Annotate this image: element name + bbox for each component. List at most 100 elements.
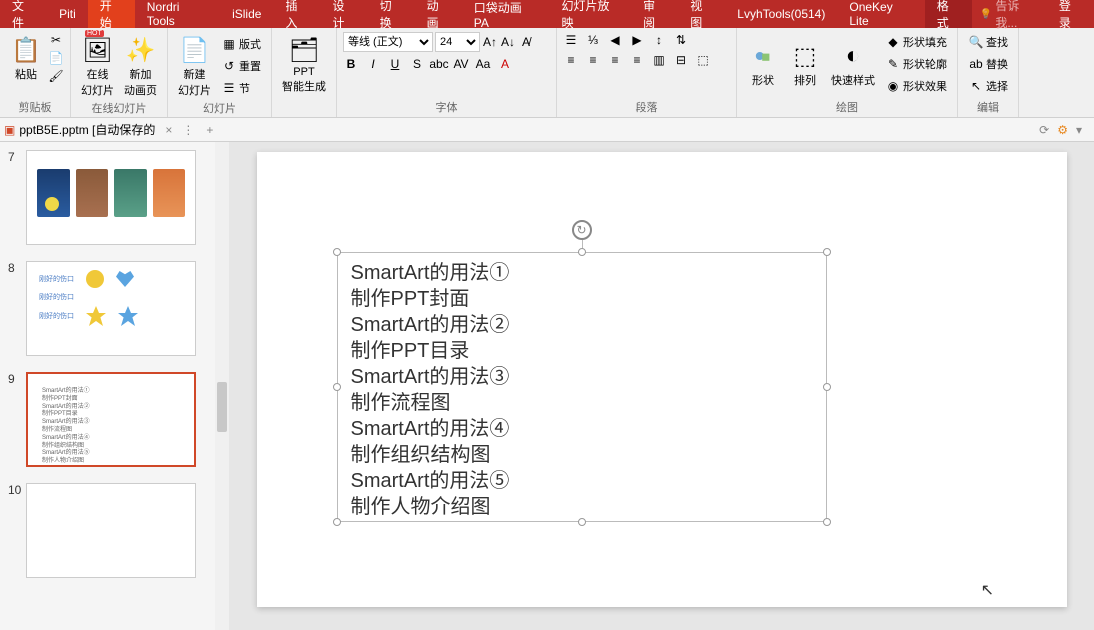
strike-icon[interactable]: S <box>409 56 425 72</box>
font-color-icon[interactable]: A <box>497 56 513 72</box>
shape-fill-button[interactable]: ◆形状填充 <box>881 32 951 52</box>
shapes-button[interactable]: 形状 <box>743 38 783 90</box>
char-spacing-icon[interactable]: AV <box>453 56 469 72</box>
doc-actions: ⟳ ⚙ ▾ <box>1039 123 1090 137</box>
scrollbar-handle[interactable] <box>217 382 227 432</box>
paragraph-group-label: 段落 <box>563 99 730 117</box>
select-button[interactable]: ↖选择 <box>964 76 1012 96</box>
cut-icon[interactable]: ✂ <box>48 32 64 48</box>
menu-transitions[interactable]: 切换 <box>368 0 415 28</box>
menu-design[interactable]: 设计 <box>321 0 368 28</box>
section-button[interactable]: ☰节 <box>217 78 265 98</box>
reset-button[interactable]: ↺重置 <box>217 56 265 76</box>
thumb-8-preview: 刚好的伤口 刚好的伤口 刚好的伤口 <box>26 261 196 356</box>
drawing-group-label: 绘图 <box>743 99 951 117</box>
handle-tl[interactable] <box>333 248 341 256</box>
underline-icon[interactable]: U <box>387 56 403 72</box>
handle-br[interactable] <box>823 518 831 526</box>
arrange-button[interactable]: ⬚ 排列 <box>785 38 825 90</box>
group-font: 等线 (正文) 24 A↑ A↓ A̸ B I U S abc AV Aa A … <box>337 28 557 117</box>
handle-l[interactable] <box>333 383 341 391</box>
new-slide-button[interactable]: 📄 新建 幻灯片 <box>174 32 215 100</box>
change-case-icon[interactable]: Aa <box>475 56 491 72</box>
clear-format-icon[interactable]: A̸ <box>518 34 534 50</box>
menu-review[interactable]: 审阅 <box>631 0 678 28</box>
numbering-icon[interactable]: ⅓ <box>585 32 601 48</box>
tell-me[interactable]: 告诉我... <box>972 0 1047 31</box>
menu-home[interactable]: 开始 <box>88 0 135 28</box>
thumb-7[interactable]: 7 <box>0 146 215 257</box>
reset-icon: ↺ <box>221 58 237 74</box>
document-tab[interactable]: ▣ pptB5E.pptm [自动保存的 × ⋮ + <box>4 121 221 138</box>
shape-effects-button[interactable]: ◉形状效果 <box>881 76 951 96</box>
ppt-gen-button[interactable]: 🗂 PPT 智能生成 <box>278 32 330 96</box>
menu-onekey[interactable]: OneKey Lite <box>837 0 924 28</box>
thumbnail-panel: 7 8 刚好的伤口 刚好的伤口 刚好的伤口 9 SmartArt的用法①制作P <box>0 142 215 630</box>
copy-icon[interactable]: 📄 <box>48 50 64 66</box>
align-text-icon[interactable]: ⊟ <box>673 52 689 68</box>
replace-button[interactable]: ab替换 <box>964 54 1012 74</box>
bullets-icon[interactable]: ☰ <box>563 32 579 48</box>
chevron-down-icon[interactable]: ▾ <box>1076 123 1082 137</box>
layout-button[interactable]: ▦版式 <box>217 34 265 54</box>
slide[interactable]: SmartArt的用法① 制作PPT封面 SmartArt的用法② 制作PPT目… <box>257 152 1067 607</box>
online-slides-button[interactable]: HOT 🖼 在线 幻灯片 <box>77 32 118 100</box>
columns-icon[interactable]: ▥ <box>651 52 667 68</box>
format-painter-icon[interactable]: 🖌 <box>48 68 64 84</box>
shadow-icon[interactable]: abc <box>431 56 447 72</box>
handle-tr[interactable] <box>823 248 831 256</box>
thumb-9[interactable]: 9 SmartArt的用法①制作PPT封面SmartArt的用法②制作PPT目录… <box>0 368 215 479</box>
smartart-icon[interactable]: ⬚ <box>695 52 711 68</box>
thumbnail-scrollbar[interactable] <box>215 142 229 630</box>
menu-slideshow[interactable]: 幻灯片放映 <box>550 0 632 28</box>
menu-view[interactable]: 视图 <box>678 0 725 28</box>
quickstyle-button[interactable]: ◐ 快速样式 <box>827 38 879 90</box>
menu-pocket[interactable]: 口袋动画 PA <box>462 0 550 28</box>
shape-outline-button[interactable]: ✎形状轮廓 <box>881 54 951 74</box>
shapes-icon <box>747 40 779 72</box>
menu-insert[interactable]: 插入 <box>273 0 320 28</box>
close-tab-icon[interactable]: × <box>159 123 178 137</box>
menu-file[interactable]: 文件 <box>0 0 47 28</box>
text-box[interactable]: SmartArt的用法① 制作PPT封面 SmartArt的用法② 制作PPT目… <box>337 252 827 522</box>
paste-button[interactable]: 📋 粘贴 <box>6 32 46 84</box>
align-center-icon[interactable]: ≡ <box>585 52 601 68</box>
italic-icon[interactable]: I <box>365 56 381 72</box>
slides-group-label: 幻灯片 <box>174 100 265 118</box>
sync-icon[interactable]: ⟳ <box>1039 123 1049 137</box>
thumb-10[interactable]: 10 <box>0 479 215 590</box>
handle-r[interactable] <box>823 383 831 391</box>
menu-format[interactable]: 格式 <box>925 0 972 28</box>
find-button[interactable]: 🔍查找 <box>964 32 1012 52</box>
decrease-font-icon[interactable]: A↓ <box>500 34 516 50</box>
effects-icon: ◉ <box>885 78 901 94</box>
align-right-icon[interactable]: ≡ <box>607 52 623 68</box>
bold-icon[interactable]: B <box>343 56 359 72</box>
rotate-handle[interactable] <box>572 220 592 240</box>
justify-icon[interactable]: ≡ <box>629 52 645 68</box>
tab-menu-icon[interactable]: ⋮ <box>182 123 194 137</box>
thumb-8[interactable]: 8 刚好的伤口 刚好的伤口 刚好的伤口 <box>0 257 215 368</box>
increase-indent-icon[interactable]: ▶ <box>629 32 645 48</box>
font-name-select[interactable]: 等线 (正文) <box>343 32 433 52</box>
line-spacing-icon[interactable]: ↕ <box>651 32 667 48</box>
menu-login[interactable]: 登录 <box>1047 0 1094 28</box>
text-direction-icon[interactable]: ⇅ <box>673 32 689 48</box>
settings-icon[interactable]: ⚙ <box>1057 123 1068 137</box>
new-tab-icon[interactable]: + <box>198 123 221 137</box>
menu-piti[interactable]: Piti <box>47 0 88 28</box>
handle-bl[interactable] <box>333 518 341 526</box>
font-size-select[interactable]: 24 <box>435 32 480 52</box>
increase-font-icon[interactable]: A↑ <box>482 34 498 50</box>
menu-animations[interactable]: 动画 <box>415 0 462 28</box>
handle-t[interactable] <box>578 248 586 256</box>
menu-lvyh[interactable]: LvyhTools(0514) <box>725 0 837 28</box>
menu-islide[interactable]: iSlide <box>220 0 273 28</box>
decrease-indent-icon[interactable]: ◀ <box>607 32 623 48</box>
thumb-9-preview: SmartArt的用法①制作PPT封面SmartArt的用法②制作PPT目录Sm… <box>26 372 196 467</box>
align-left-icon[interactable]: ≡ <box>563 52 579 68</box>
menu-nordri[interactable]: Nordri Tools <box>135 0 220 28</box>
add-anim-button[interactable]: ✨ 新加 动画页 <box>120 32 161 100</box>
paste-label: 粘贴 <box>15 66 37 82</box>
handle-b[interactable] <box>578 518 586 526</box>
